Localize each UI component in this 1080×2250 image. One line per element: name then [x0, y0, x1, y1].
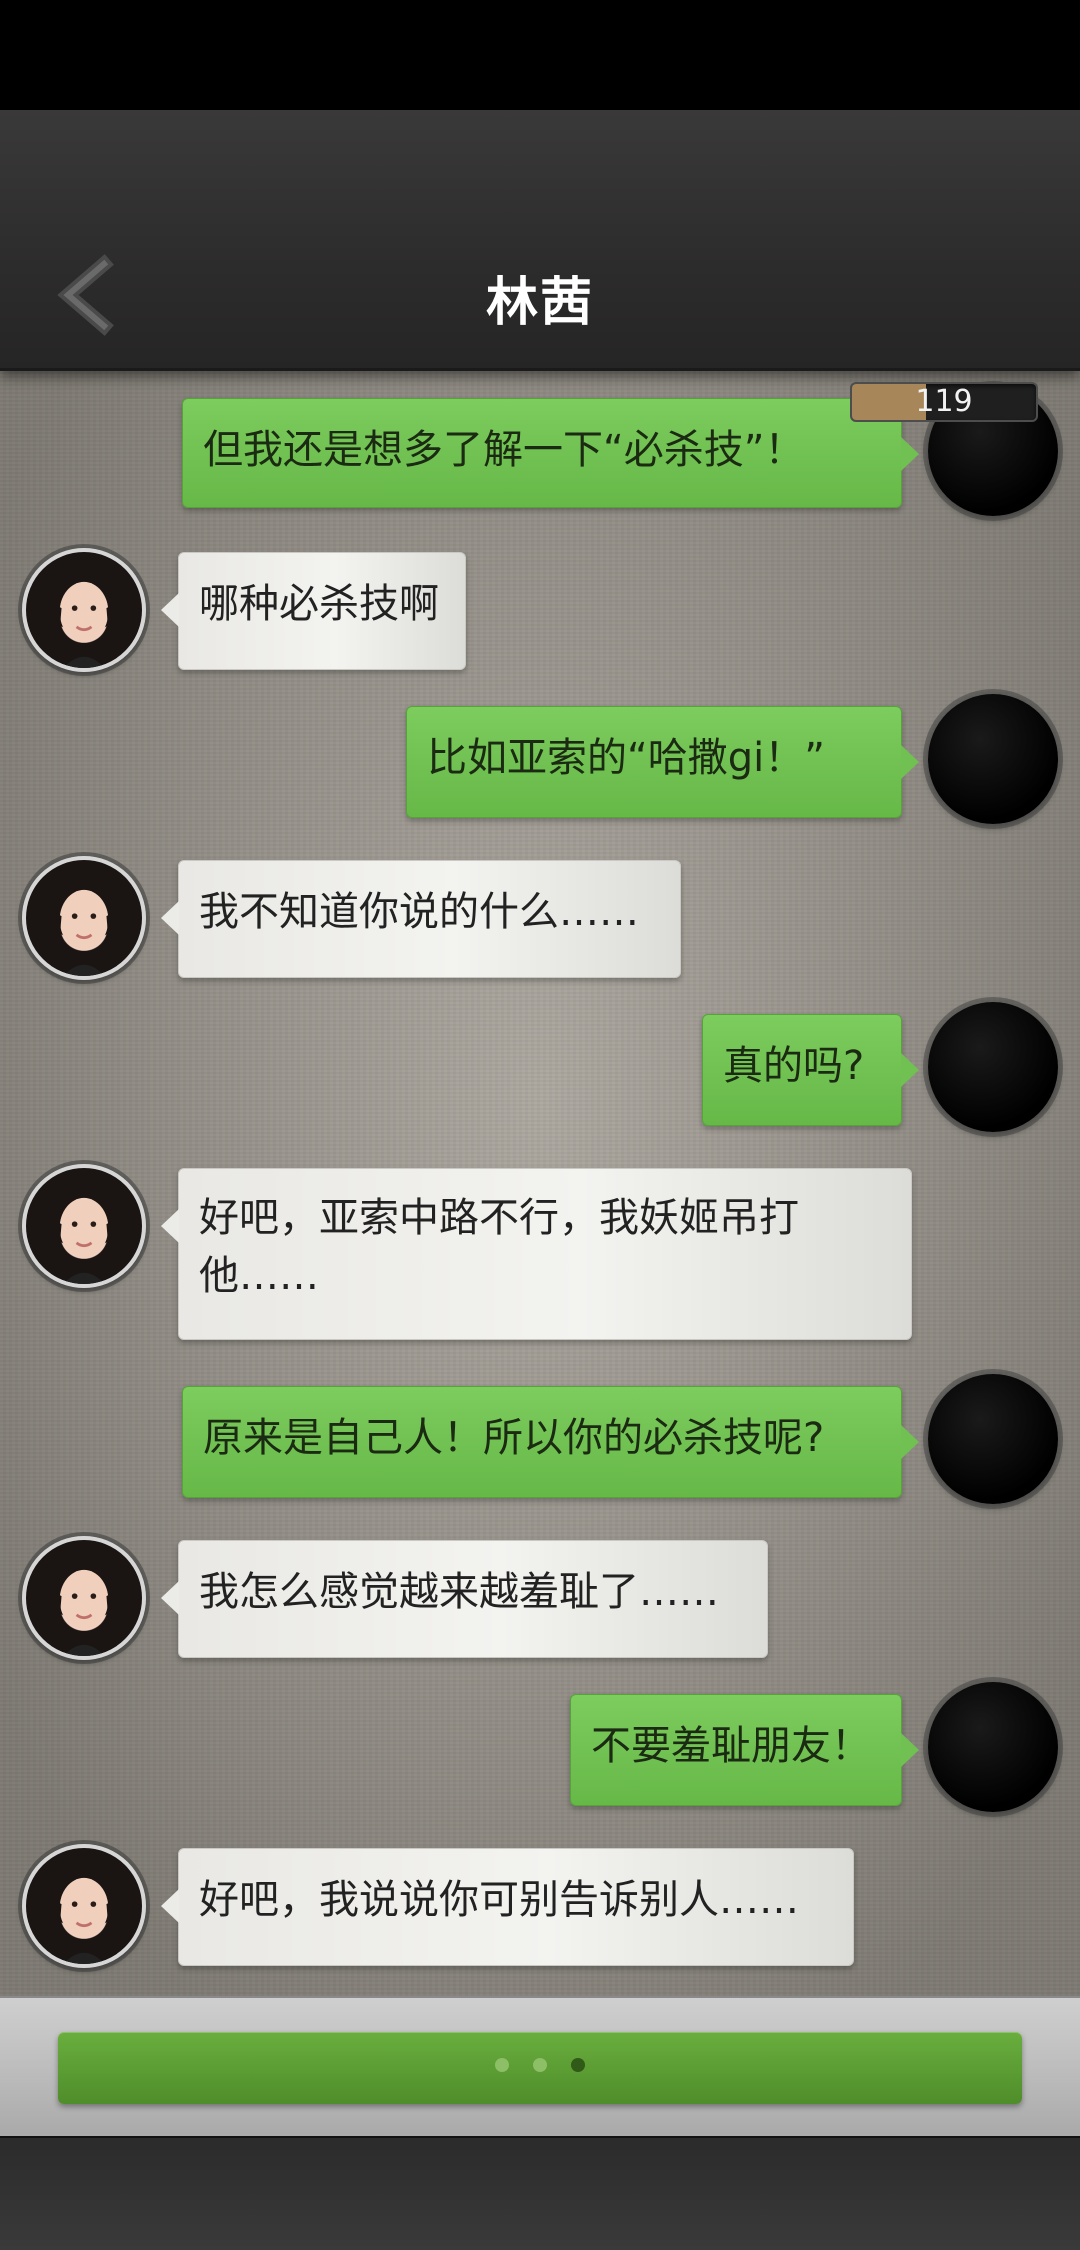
- contact-avatar-portrait: [42, 1853, 126, 1964]
- continue-button[interactable]: [58, 2032, 1022, 2104]
- contact-avatar[interactable]: [22, 1536, 146, 1660]
- message-bubble-outgoing: 比如亚索的“哈撒gi！”: [406, 706, 919, 818]
- contact-avatar-portrait: [42, 1173, 126, 1284]
- message-bubble-incoming: 我怎么感觉越来越羞耻了……: [161, 1540, 768, 1658]
- contact-avatar-portrait: [42, 1545, 126, 1656]
- energy-meter: 119: [850, 382, 1038, 422]
- message-bubble-incoming: 好吧，亚索中路不行，我妖姬吊打他……: [161, 1168, 912, 1340]
- footer-bar: [0, 1996, 1080, 2138]
- contact-name: 林茜: [485, 272, 594, 333]
- user-avatar[interactable]: [928, 694, 1058, 824]
- contact-avatar[interactable]: [22, 548, 146, 672]
- typing-dots-icon: [58, 2058, 1022, 2072]
- message-bubble-incoming: 好吧，我说说你可别告诉别人……: [161, 1848, 854, 1966]
- user-avatar[interactable]: [928, 1374, 1058, 1504]
- status-bar: [0, 0, 1080, 110]
- user-avatar[interactable]: [928, 1682, 1058, 1812]
- contact-avatar[interactable]: [22, 856, 146, 980]
- contact-avatar[interactable]: [22, 1844, 146, 1968]
- message-bubble-outgoing: 但我还是想多了解一下“必杀技”！: [182, 398, 919, 508]
- navigation-bar: [0, 2136, 1080, 2250]
- contact-avatar-portrait: [42, 865, 126, 976]
- contact-avatar[interactable]: [22, 1164, 146, 1288]
- message-bubble-incoming: 哪种必杀技啊: [161, 552, 466, 670]
- dot-2: [533, 2058, 547, 2072]
- contact-avatar-portrait: [42, 557, 126, 668]
- dot-1: [495, 2058, 509, 2072]
- message-bubble-outgoing: 原来是自己人！所以你的必杀技呢?: [182, 1386, 919, 1498]
- chat-header: 林茜 119: [0, 110, 1080, 422]
- message-bubble-outgoing: 不要羞耻朋友！: [570, 1694, 919, 1806]
- user-avatar[interactable]: [928, 1002, 1058, 1132]
- chat-area[interactable]: 但我还是想多了解一下“必杀技”！ 哪种必杀技啊 比如亚索的“哈撒gi！” 我不知…: [0, 368, 1080, 1996]
- energy-value: 119: [915, 384, 973, 419]
- message-bubble-incoming: 我不知道你说的什么……: [161, 860, 681, 978]
- message-bubble-outgoing: 真的吗?: [702, 1014, 919, 1126]
- dot-3: [571, 2058, 585, 2072]
